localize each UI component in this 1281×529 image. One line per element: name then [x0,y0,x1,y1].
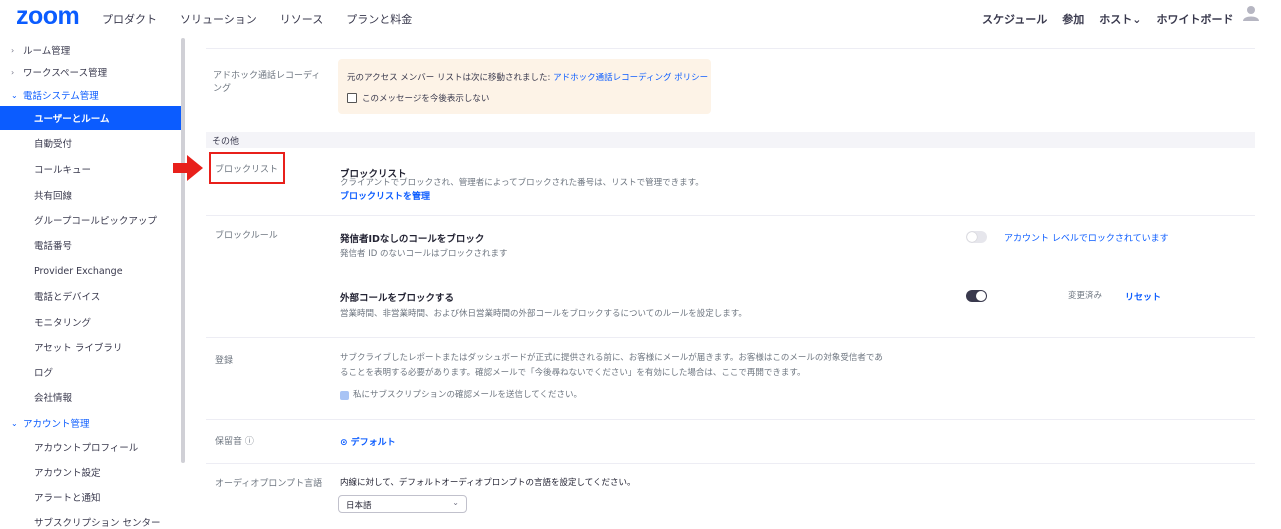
sidebar-item-label: ルーム管理 [23,46,71,57]
nav-schedule[interactable]: スケジュール [982,11,1047,27]
block-external-calls-toggle[interactable] [966,290,987,302]
sidebar-item-users-rooms[interactable]: ユーザーとルーム [0,106,181,130]
adhoc-recording-label: アドホック通話レコーディング [213,71,321,94]
audio-prompt-language-select[interactable]: 日本語 ⌄ [338,495,467,513]
red-arrow-icon [173,155,203,181]
sidebar-item-room-management[interactable]: › ルーム管理 [0,38,181,62]
top-navigation: zoom プロダクト ソリューション リソース プランと料金 スケジュール 参加… [0,0,1281,38]
divider [206,419,1255,420]
sidebar-item-group-call-pickup[interactable]: グループコールピックアップ [0,208,181,232]
block-no-caller-id-description: 発信者 ID のないコールはブロックされます [340,249,508,259]
sidebar-item-provider-exchange[interactable]: Provider Exchange [0,259,181,283]
subscription-confirm-checkbox[interactable] [340,391,349,400]
avatar-icon[interactable] [1242,4,1260,22]
sidebar-item-account-management[interactable]: ⌄ アカウント管理 [0,411,181,435]
divider [206,215,1255,216]
hold-music-default-link[interactable]: ⊙ デフォルト [340,435,396,448]
highlight-box [209,152,285,184]
divider [206,48,1255,49]
divider [206,337,1255,338]
notice-text: 元のアクセス メンバー リストは次に移動されました: アドホック通話レコーディン… [347,73,709,83]
primary-nav: プロダクト ソリューション リソース プランと料金 [102,11,435,27]
sidebar-item-label: 電話システム管理 [23,91,99,102]
moved-notice: 元のアクセス メンバー リストは次に移動されました: アドホック通話レコーディン… [338,59,711,114]
subscription-confirm-label: 私にサブスクリプションの確認メールを送信してください。 [353,390,582,400]
nav-resources[interactable]: リソース [280,11,323,27]
subscription-description-2: ることを表明する必要があります。確認メールで「今後尋ねないでください」を有効にし… [340,368,806,378]
nav-host[interactable]: ホスト⌄ [1099,11,1141,27]
sidebar-item-shared-lines[interactable]: 共有回線 [0,183,181,207]
select-value: 日本語 [346,501,372,511]
audio-prompt-description: 内線に対して、デフォルトオーディオプロンプトの言語を設定してください。 [340,478,636,488]
sidebar-item-auto-receptionist[interactable]: 自動受付 [0,131,181,155]
nav-pricing[interactable]: プランと料金 [346,11,412,27]
nav-products[interactable]: プロダクト [102,11,157,27]
sidebar-item-workspace-management[interactable]: › ワークスペース管理 [0,60,181,84]
manage-block-list-link[interactable]: ブロックリストを管理 [340,189,430,202]
reset-link[interactable]: リセット [1125,290,1161,303]
locked-at-account-link[interactable]: アカウント レベルでロックされています [1004,231,1169,244]
sidebar-item-asset-library[interactable]: アセット ライブラリ [0,335,181,359]
audio-prompt-language-label: オーディオプロンプト言語 [215,479,323,489]
block-no-caller-id-title: 発信者IDなしのコールをブロック [340,234,485,245]
sidebar-item-subscription-center[interactable]: サブスクリプション センター [0,510,181,529]
toggle-knob [976,291,986,301]
sidebar-item-phones-devices[interactable]: 電話とデバイス [0,284,181,308]
block-external-calls-description: 営業時間、非営業時間、および休日営業時間の外部コールをブロックするについてのルー… [340,309,747,319]
chevron-right-icon: › [11,45,15,55]
sidebar-item-logs[interactable]: ログ [0,360,181,384]
sidebar-scrollbar[interactable] [181,38,185,463]
zoom-logo[interactable]: zoom [16,2,80,31]
sidebar-item-label: ワークスペース管理 [23,68,108,79]
block-rules-label: ブロックルール [215,231,278,241]
chevron-right-icon: › [11,67,15,77]
dont-show-label: このメッセージを今後表示しない [362,94,490,104]
sidebar-item-company-info[interactable]: 会社情報 [0,385,181,409]
sidebar-item-phone-system[interactable]: ⌄ 電話システム管理 [0,83,181,107]
nav-whiteboard[interactable]: ホワイトボード [1156,11,1233,27]
settings-content: アドホック通話レコーディング 元のアクセス メンバー リストは次に移動されました… [186,38,1281,529]
secondary-nav: スケジュール 参加 ホスト⌄ ホワイトボード [982,11,1248,27]
hold-music-label: 保留音 ⓘ [215,437,254,447]
divider [206,463,1255,464]
sidebar-item-call-queue[interactable]: コールキュー [0,157,181,181]
block-no-caller-id-toggle[interactable] [966,231,987,243]
sidebar-item-label: アカウント管理 [23,419,90,430]
adhoc-policy-link[interactable]: アドホック通話レコーディング ポリシー [553,73,708,83]
subscription-label: 登録 [215,356,234,366]
chevron-down-icon: ⌄ [452,498,459,507]
block-external-calls-title: 外部コールをブロックする [340,293,455,304]
sidebar-item-account-settings[interactable]: アカウント設定 [0,460,181,484]
sidebar-item-alerts[interactable]: アラートと通知 [0,485,181,509]
sidebar-item-monitoring[interactable]: モニタリング [0,310,181,334]
subscription-description-1: サブクライブしたレポートまたはダッシュボードが正式に提供される前に、お客様にメー… [340,353,883,363]
nav-solutions[interactable]: ソリューション [180,11,257,27]
sidebar-item-account-profile[interactable]: アカウントプロフィール [0,435,181,459]
nav-join[interactable]: 参加 [1062,11,1084,27]
chevron-down-icon: ⌄ [11,418,18,428]
toggle-knob [967,232,977,242]
section-header-other: その他 [206,132,1255,148]
sidebar-item-phone-numbers[interactable]: 電話番号 [0,233,181,257]
modified-status: 変更済み [1068,291,1103,301]
dont-show-checkbox[interactable] [347,93,357,103]
sidebar: › ルーム管理 › ワークスペース管理 ⌄ 電話システム管理 ユーザーとルーム … [0,38,186,529]
chevron-down-icon: ⌄ [11,90,18,100]
